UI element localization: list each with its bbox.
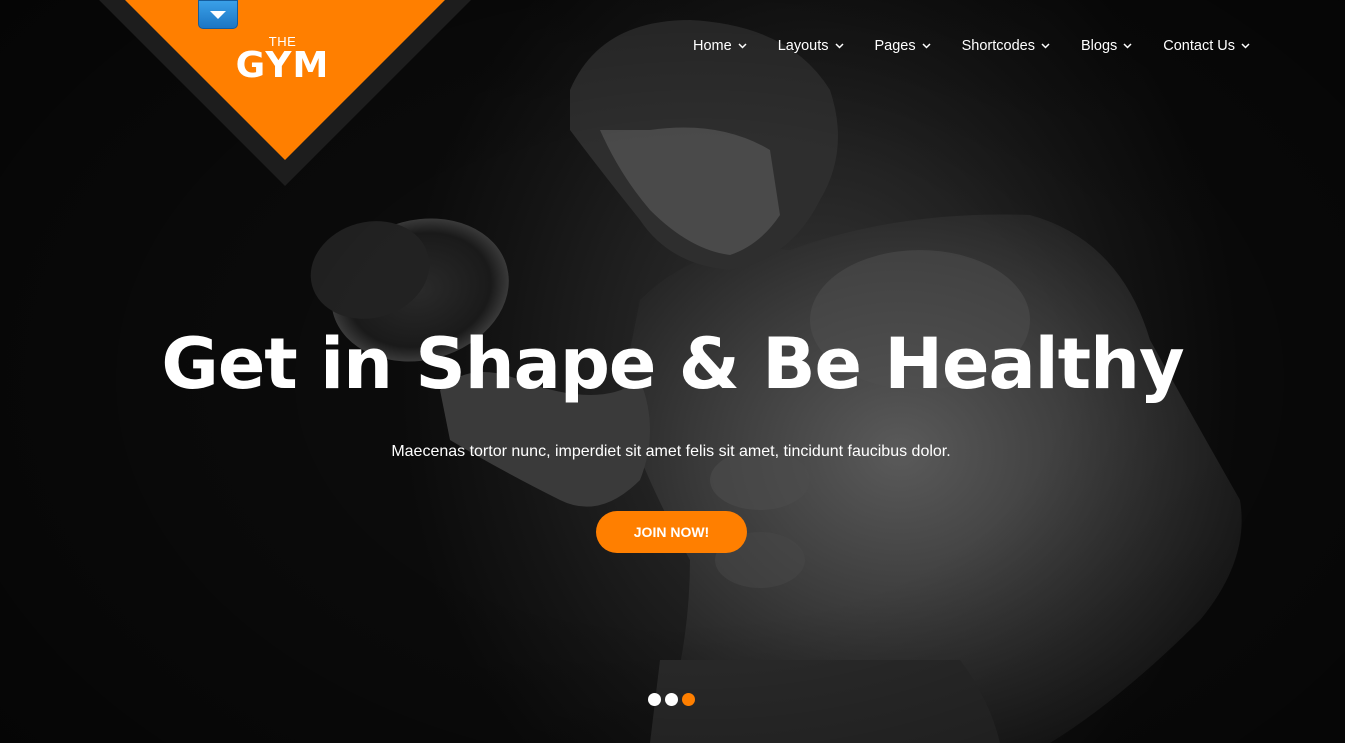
slider-dot-3[interactable] [682,693,695,706]
nav-item-layouts[interactable]: Layouts [778,35,844,57]
hero-slider: THE GYM Home Layouts Pages Shortcodes Bl… [0,0,1345,743]
nav-label: Blogs [1080,38,1118,54]
nav-item-blogs[interactable]: Blogs [1081,35,1132,57]
main-nav: Home Layouts Pages Shortcodes Blogs Cont… [662,35,1250,57]
site-logo[interactable]: THE GYM [230,34,335,86]
chevron-down-icon [1241,43,1250,49]
logo-gym-text: GYM [235,45,330,86]
chevron-down-icon [1041,43,1050,49]
chevron-down-icon [1123,43,1132,49]
nav-label: Contact Us [1163,38,1235,54]
logo-diamond[interactable] [87,0,483,186]
nav-item-contact-us[interactable]: Contact Us [1163,35,1250,57]
nav-item-pages[interactable]: Pages [875,35,931,57]
slider-pagination [648,693,695,706]
chevron-down-icon [738,43,747,49]
nav-label: Home [693,38,732,54]
hero-subline: Maecenas tortor nunc, imperdiet sit amet… [391,443,951,460]
nav-label: Shortcodes [961,38,1035,54]
nav-item-home[interactable]: Home [693,35,747,57]
caret-down-icon [210,10,226,19]
join-now-button[interactable]: JOIN NOW! [596,511,747,553]
slider-dot-1[interactable] [648,693,661,706]
hero-headline: Get in Shape & Be Healthy [161,323,1184,405]
nav-label: Pages [874,38,916,54]
chevron-down-icon [922,43,931,49]
slider-dot-2[interactable] [665,693,678,706]
nav-item-shortcodes[interactable]: Shortcodes [962,35,1050,57]
chevron-down-icon [834,43,844,49]
nav-label: Layouts [777,38,829,54]
panel-toggle-button[interactable] [198,0,238,29]
